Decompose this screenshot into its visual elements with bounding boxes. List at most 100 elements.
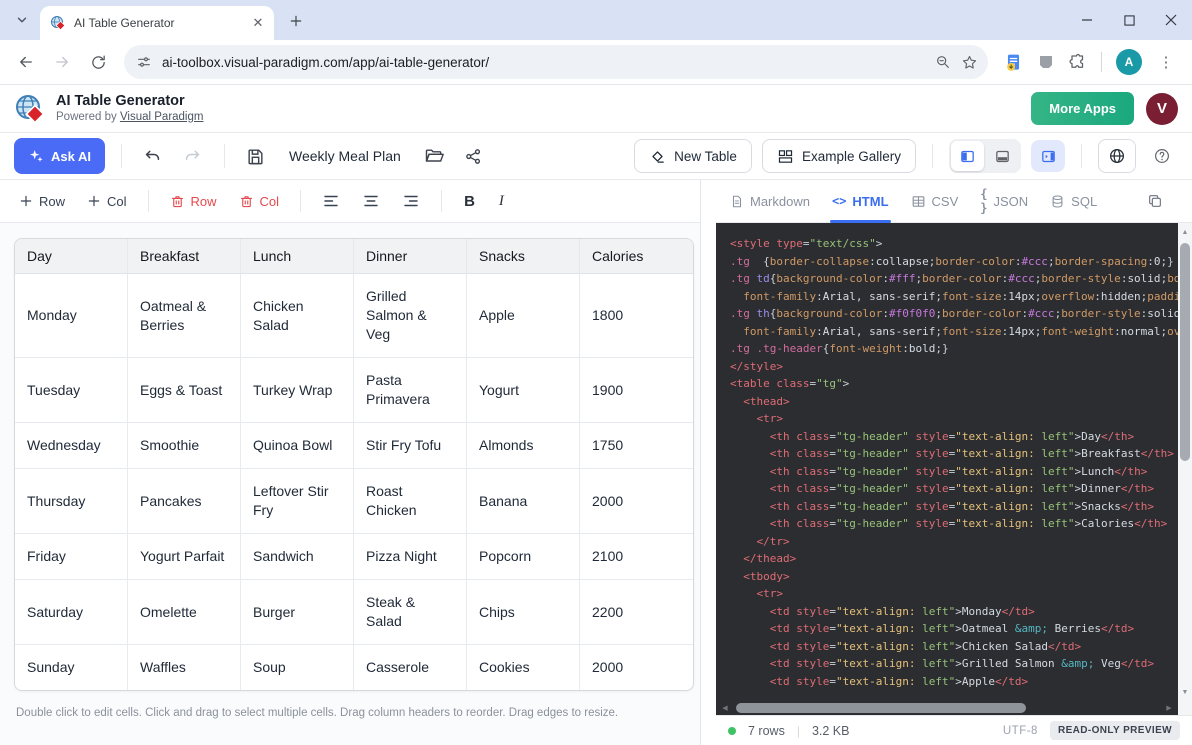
toggle-right-panel-button[interactable] (1031, 140, 1065, 172)
redo-button[interactable] (178, 141, 208, 171)
table-cell[interactable]: Popcorn (467, 534, 580, 580)
table-cell[interactable]: 2000 (580, 645, 693, 690)
new-tab-button[interactable] (282, 7, 310, 35)
browser-tab[interactable]: AI Table Generator ✕ (40, 6, 274, 40)
docs-offline-extension-icon[interactable] (1004, 53, 1023, 72)
site-info-icon[interactable] (136, 54, 152, 70)
scroll-right-arrow[interactable]: ▶ (1162, 701, 1176, 715)
tab-sql[interactable]: SQL (1050, 180, 1097, 223)
table-cell[interactable]: Almonds (467, 423, 580, 469)
table-cell[interactable]: Chips (467, 580, 580, 645)
code-content[interactable]: <style type="text/css">.tg {border-colla… (716, 223, 1178, 701)
delete-row-button[interactable]: Row (161, 188, 226, 215)
column-header[interactable]: Day (15, 239, 128, 274)
tab-search-chevron-button[interactable] (8, 6, 36, 34)
copy-code-button[interactable] (1147, 188, 1163, 214)
table-cell[interactable]: Steak & Salad (354, 580, 467, 645)
undo-button[interactable] (138, 141, 168, 171)
table-cell[interactable]: Casserole (354, 645, 467, 690)
column-header[interactable]: Lunch (241, 239, 354, 274)
table-cell[interactable]: Waffles (128, 645, 241, 690)
table-cell[interactable]: Yogurt Parfait (128, 534, 241, 580)
maximize-button[interactable] (1108, 0, 1150, 40)
table-cell[interactable]: Friday (15, 534, 128, 580)
align-right-button[interactable] (393, 186, 429, 216)
horizontal-scroll-thumb[interactable] (736, 703, 1026, 713)
add-col-button[interactable]: Col (78, 188, 136, 215)
open-folder-button[interactable] (419, 141, 449, 171)
table-cell[interactable]: 2100 (580, 534, 693, 580)
tab-html[interactable]: <> HTML (832, 180, 889, 223)
new-table-button[interactable]: New Table (634, 139, 752, 173)
delete-col-button[interactable]: Col (230, 188, 289, 215)
align-left-button[interactable] (313, 186, 349, 216)
table-cell[interactable]: Smoothie (128, 423, 241, 469)
vertical-scroll-thumb[interactable] (1180, 243, 1190, 461)
panel-divider[interactable] (701, 180, 716, 745)
scroll-down-arrow[interactable]: ▼ (1178, 685, 1192, 699)
profile-avatar[interactable]: A (1116, 49, 1142, 75)
split-horizontal-button[interactable] (986, 141, 1019, 171)
table-cell[interactable]: Chicken Salad (241, 274, 354, 358)
align-center-button[interactable] (353, 186, 389, 216)
help-button[interactable] (1146, 140, 1178, 172)
table-cell[interactable]: Turkey Wrap (241, 358, 354, 423)
table-cell[interactable]: Eggs & Toast (128, 358, 241, 423)
table-cell[interactable]: Saturday (15, 580, 128, 645)
table-cell[interactable]: Stir Fry Tofu (354, 423, 467, 469)
visual-paradigm-link[interactable]: Visual Paradigm (120, 111, 204, 123)
account-avatar[interactable]: V (1146, 93, 1178, 125)
document-title[interactable]: Weekly Meal Plan (289, 148, 401, 164)
zoom-icon[interactable] (935, 54, 951, 70)
table-cell[interactable]: 1750 (580, 423, 693, 469)
table-cell[interactable]: 1800 (580, 274, 693, 358)
table-cell[interactable]: Pancakes (128, 469, 241, 534)
more-apps-button[interactable]: More Apps (1031, 92, 1134, 125)
save-button[interactable] (241, 141, 271, 171)
table-cell[interactable]: Roast Chicken (354, 469, 467, 534)
language-globe-button[interactable] (1098, 139, 1136, 173)
tab-csv[interactable]: CSV (911, 180, 959, 223)
vertical-scrollbar[interactable]: ▲ ▼ (1178, 223, 1192, 701)
table-cell[interactable]: Sunday (15, 645, 128, 690)
table-cell[interactable]: Apple (467, 274, 580, 358)
column-header[interactable]: Calories (580, 239, 693, 274)
table-cell[interactable]: Pizza Night (354, 534, 467, 580)
close-window-button[interactable] (1150, 0, 1192, 40)
tab-close-button[interactable]: ✕ (250, 15, 266, 31)
table-cell[interactable]: 2000 (580, 469, 693, 534)
split-vertical-button[interactable] (951, 141, 984, 171)
scroll-up-arrow[interactable]: ▲ (1178, 225, 1192, 239)
italic-button[interactable]: I (489, 189, 514, 214)
bold-button[interactable]: B (454, 189, 485, 214)
table-cell[interactable]: Quinoa Bowl (241, 423, 354, 469)
code-editor[interactable]: <style type="text/css">.tg {border-colla… (716, 223, 1192, 715)
column-header[interactable]: Snacks (467, 239, 580, 274)
meal-table[interactable]: DayBreakfastLunchDinnerSnacksCalories Mo… (14, 238, 694, 691)
tab-markdown[interactable]: Markdown (730, 180, 810, 223)
example-gallery-button[interactable]: Example Gallery (762, 139, 916, 173)
table-cell[interactable]: Wednesday (15, 423, 128, 469)
column-header[interactable]: Breakfast (128, 239, 241, 274)
back-button[interactable] (10, 46, 42, 78)
table-cell[interactable]: Omelette (128, 580, 241, 645)
url-bar[interactable]: ai-toolbox.visual-paradigm.com/app/ai-ta… (124, 45, 988, 79)
ask-ai-button[interactable]: Ask AI (14, 138, 105, 174)
forward-button[interactable] (46, 46, 78, 78)
table-cell[interactable]: Cookies (467, 645, 580, 690)
table-cell[interactable]: Burger (241, 580, 354, 645)
table-cell[interactable]: Sandwich (241, 534, 354, 580)
table-cell[interactable]: Tuesday (15, 358, 128, 423)
add-row-button[interactable]: Row (10, 188, 74, 215)
url-text[interactable]: ai-toolbox.visual-paradigm.com/app/ai-ta… (162, 55, 925, 70)
table-cell[interactable]: 1900 (580, 358, 693, 423)
table-cell[interactable]: Yogurt (467, 358, 580, 423)
extensions-puzzle-button[interactable] (1069, 53, 1087, 71)
sidebar-extension-icon[interactable] (1037, 53, 1055, 71)
table-cell[interactable]: Oatmeal & Berries (128, 274, 241, 358)
table-cell[interactable]: Soup (241, 645, 354, 690)
tab-json[interactable]: { } JSON (980, 180, 1028, 223)
table-cell[interactable]: Monday (15, 274, 128, 358)
table-cell[interactable]: 2200 (580, 580, 693, 645)
table-cell[interactable]: Pasta Primavera (354, 358, 467, 423)
